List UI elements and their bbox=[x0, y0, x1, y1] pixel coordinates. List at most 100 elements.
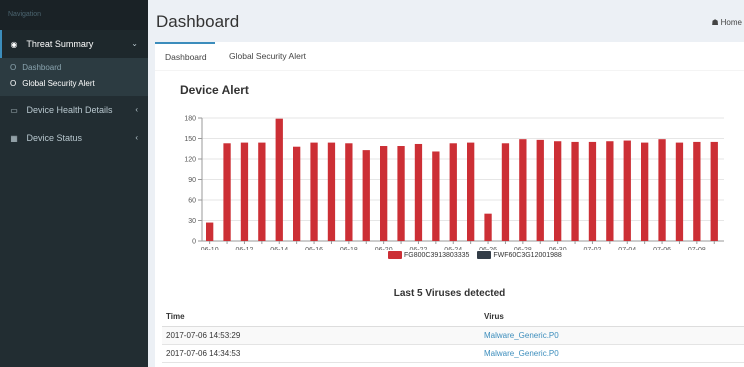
legend-label: FG800C3913803335 bbox=[404, 251, 470, 259]
sidebar-subitem-dashboard[interactable]: O Dashboard bbox=[0, 60, 148, 76]
chart-legend: FG800C3913803335 FWF60C3G12001988 bbox=[388, 251, 568, 263]
column-header-time[interactable]: Time bbox=[162, 308, 480, 327]
bar bbox=[536, 139, 544, 241]
x-tick-label: 06-30 bbox=[549, 247, 567, 250]
x-tick-label: 06-26 bbox=[479, 247, 497, 250]
bar bbox=[501, 143, 510, 241]
table-title: Last 5 Viruses detected bbox=[393, 288, 506, 299]
y-tick-label: 60 bbox=[188, 198, 196, 205]
bar bbox=[432, 151, 440, 241]
x-tick-label: 07-02 bbox=[584, 247, 602, 250]
dashboard-icon: ◉ bbox=[10, 40, 18, 49]
bar bbox=[571, 141, 579, 241]
main-box: Dashboard Global Security Alert Device A… bbox=[155, 42, 744, 367]
bar bbox=[275, 118, 283, 241]
bar bbox=[484, 213, 492, 241]
x-tick-label: 06-10 bbox=[201, 247, 219, 250]
y-tick-label: 30 bbox=[188, 218, 196, 225]
bar bbox=[397, 146, 405, 241]
chevron-left-icon: ‹ bbox=[135, 133, 138, 142]
tab-bar: Dashboard Global Security Alert bbox=[155, 42, 744, 71]
bar bbox=[380, 146, 388, 241]
tab-dashboard[interactable]: Dashboard bbox=[155, 42, 215, 71]
x-tick-label: 07-04 bbox=[618, 247, 636, 250]
cell-virus-link[interactable]: Malware_Generic.P0 bbox=[480, 344, 744, 363]
sidebar-item-device-health-details[interactable]: ▭ Device Health Details ‹ bbox=[0, 96, 148, 124]
cell-time: 2017-07-06 14:34:53 bbox=[162, 344, 480, 363]
bar bbox=[240, 142, 249, 241]
bar bbox=[519, 139, 527, 241]
x-tick-label: 07-06 bbox=[653, 247, 671, 250]
bar bbox=[623, 140, 631, 241]
x-tick-label: 06-12 bbox=[236, 247, 254, 250]
sidebar-item-label: Device Health Details bbox=[26, 105, 113, 115]
x-tick-label: 06-22 bbox=[410, 247, 428, 250]
x-tick-label: 06-28 bbox=[514, 247, 532, 250]
bar bbox=[327, 142, 336, 241]
sidebar-item-label: Device Status bbox=[26, 133, 83, 143]
circle-icon: O bbox=[10, 63, 17, 72]
y-tick-label: 150 bbox=[184, 136, 196, 143]
bar bbox=[414, 143, 423, 241]
y-tick-label: 0 bbox=[192, 239, 196, 246]
x-tick-label: 06-16 bbox=[305, 247, 323, 250]
bar bbox=[258, 142, 266, 241]
bar bbox=[467, 142, 475, 241]
breadcrumb-home[interactable]: Home bbox=[721, 18, 742, 27]
legend-item[interactable]: FG800C3913803335 bbox=[388, 251, 469, 259]
x-tick-label: 06-14 bbox=[270, 247, 288, 250]
legend-swatch bbox=[477, 251, 492, 259]
x-tick-label: 06-18 bbox=[340, 247, 358, 250]
legend-swatch bbox=[388, 251, 402, 259]
tab-global-security-alert[interactable]: Global Security Alert bbox=[219, 42, 319, 71]
bar bbox=[554, 141, 562, 241]
chevron-down-icon: ⌄ bbox=[131, 39, 138, 48]
circle-icon: O bbox=[10, 79, 17, 88]
x-tick-label: 07-08 bbox=[688, 247, 706, 250]
column-header-virus[interactable]: Virus bbox=[480, 308, 744, 327]
bar bbox=[658, 139, 666, 241]
bar bbox=[710, 141, 718, 241]
table-header-row: Time Virus bbox=[162, 308, 744, 327]
cell-virus-link[interactable]: Malware_Generic.P0 bbox=[480, 326, 744, 345]
chart-svg: 0 30 60 90 120 150 180 06-10 06-12 06-14 06-16 06-1… bbox=[184, 116, 724, 250]
bar bbox=[641, 142, 649, 241]
sidebar-submenu: O Dashboard O Global Security Alert bbox=[0, 58, 148, 96]
grid-icon: ▦ bbox=[10, 134, 18, 143]
laptop-icon: ▭ bbox=[10, 106, 18, 115]
bar bbox=[606, 141, 614, 241]
sidebar-item-label: Threat Summary bbox=[26, 39, 94, 49]
section-title: Device Alert bbox=[180, 83, 249, 97]
chevron-left-icon: ‹ bbox=[135, 105, 138, 114]
sidebar: Navigation ◉ Threat Summary ⌄ O Dashboar… bbox=[0, 0, 148, 367]
breadcrumb[interactable]: ☗ Home bbox=[711, 18, 742, 27]
home-icon: ☗ bbox=[711, 18, 719, 27]
table-row: 2017-07-06 14:53:29 Malware_Generic.P0 bbox=[162, 326, 744, 345]
sidebar-header: Navigation bbox=[0, 0, 148, 30]
bar bbox=[293, 146, 301, 241]
bar bbox=[449, 143, 457, 241]
cell-time: 2017-07-06 14:53:29 bbox=[162, 326, 480, 345]
content-header: Dashboard ☗ Home bbox=[148, 0, 744, 42]
legend-label: FWF60C3G12001988 bbox=[493, 251, 562, 259]
sidebar-subitem-label: Dashboard bbox=[22, 63, 62, 72]
virus-table: Time Virus 2017-07-06 14:53:29 Malware_G… bbox=[162, 308, 744, 363]
bar bbox=[362, 150, 370, 241]
sidebar-subitem-label: Global Security Alert bbox=[22, 79, 95, 88]
bar bbox=[345, 143, 353, 241]
y-tick-label: 180 bbox=[184, 116, 196, 123]
bar bbox=[675, 142, 684, 241]
page-title: Dashboard bbox=[156, 12, 240, 31]
y-tick-label: 90 bbox=[188, 177, 196, 184]
sidebar-item-device-status[interactable]: ▦ Device Status ‹ bbox=[0, 124, 148, 152]
y-tick-label: 120 bbox=[184, 157, 196, 164]
x-tick-label: 06-24 bbox=[444, 247, 462, 250]
table-row: 2017-07-06 14:34:53 Malware_Generic.P0 bbox=[162, 344, 744, 363]
sidebar-subitem-global-security-alert[interactable]: O Global Security Alert bbox=[0, 76, 148, 92]
bar bbox=[206, 222, 214, 241]
x-tick-label: 06-20 bbox=[375, 247, 393, 250]
sidebar-item-threat-summary[interactable]: ◉ Threat Summary ⌄ bbox=[0, 30, 148, 58]
bar bbox=[223, 143, 231, 241]
bar bbox=[310, 142, 318, 241]
legend-item[interactable]: FWF60C3G12001988 bbox=[477, 251, 562, 259]
